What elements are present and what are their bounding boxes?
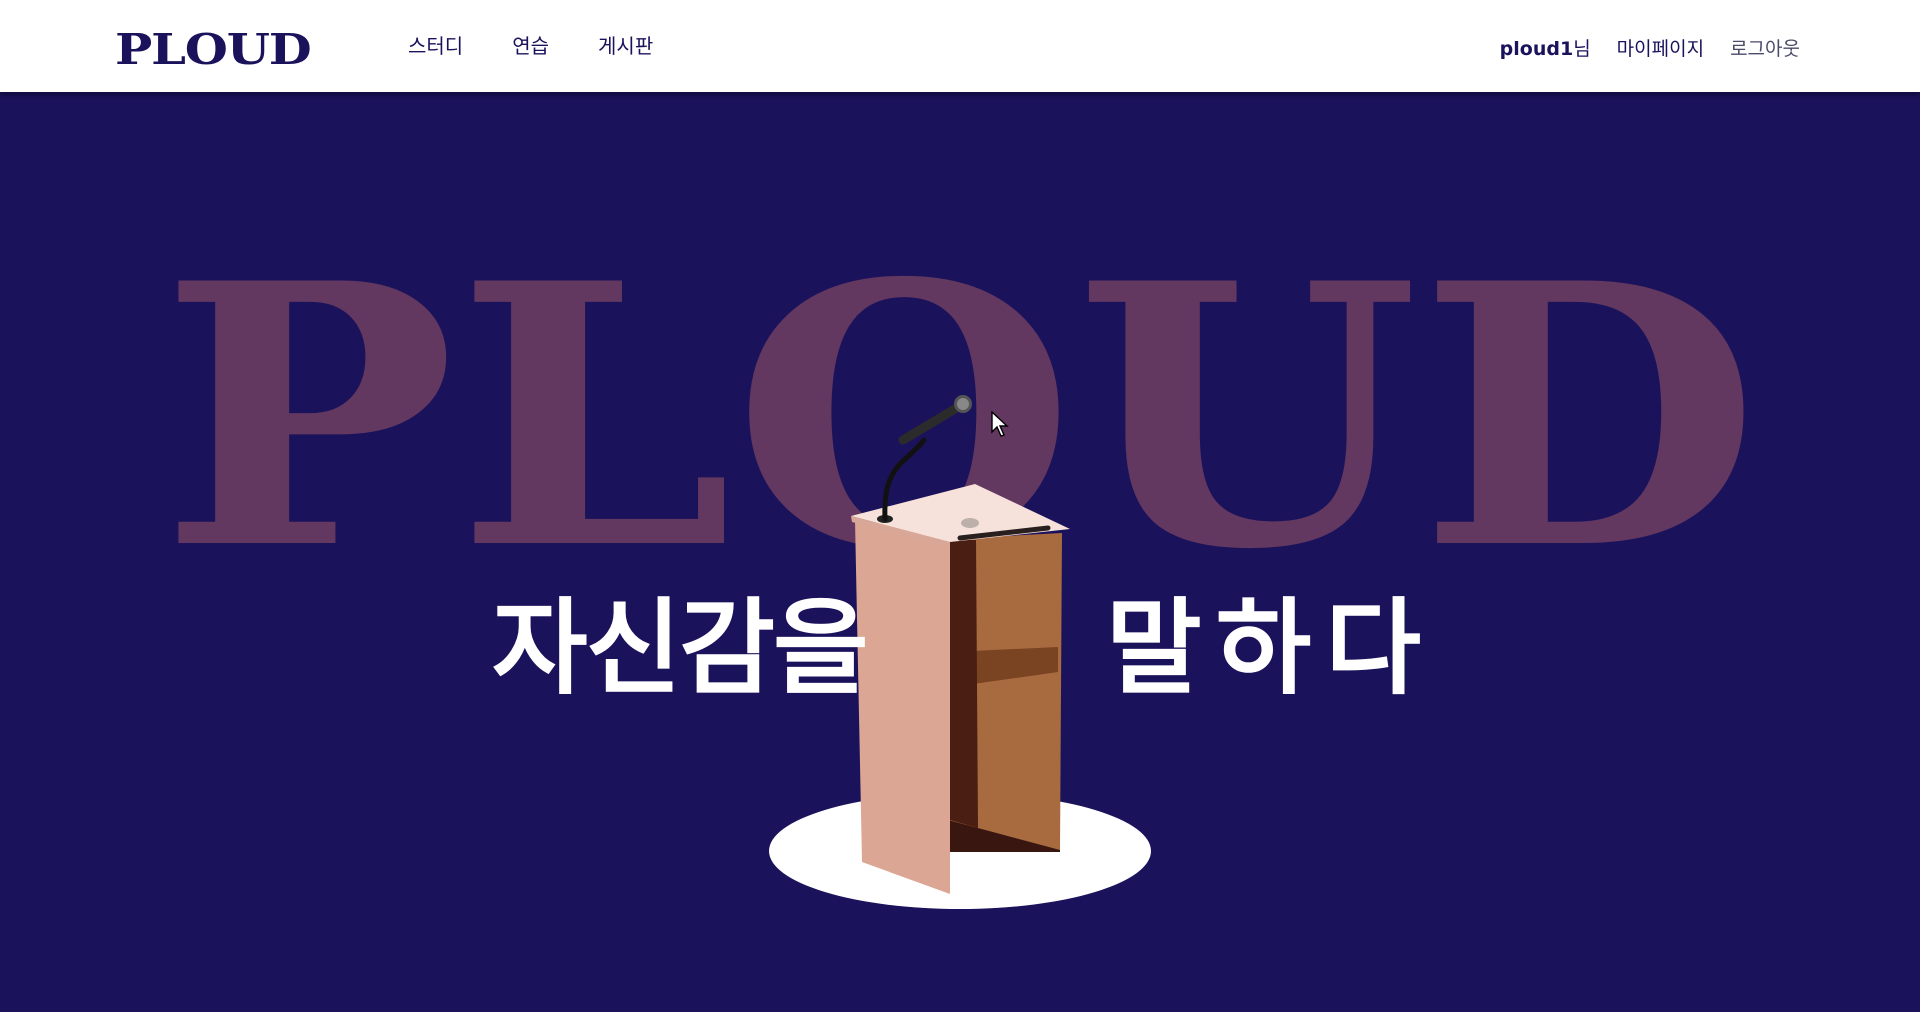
podium-shadow xyxy=(948,539,978,828)
slogan-right-text: 말하다 xyxy=(1106,587,1436,709)
user-name: ploud1 xyxy=(1499,38,1574,60)
hero-artwork: PLOUD xyxy=(160,205,1760,909)
mypage-link[interactable]: 마이페이지 xyxy=(1617,35,1704,63)
podium-front xyxy=(855,520,950,894)
ploud-logo[interactable]: PLOUD xyxy=(115,27,312,73)
nav-item-board[interactable]: 게시판 xyxy=(598,32,653,60)
podium-illustration xyxy=(851,484,1070,894)
user-honorific: 님 xyxy=(1573,38,1591,60)
nav-item-practice[interactable]: 연습 xyxy=(512,32,549,60)
site-header: PLOUD 스터디 연습 게시판 ploud1님 마이페이지 로그아웃 xyxy=(0,0,1920,92)
nav-item-study[interactable]: 스터디 xyxy=(408,32,463,60)
mouse-cursor-icon xyxy=(991,411,1009,437)
user-area: ploud1님 마이페이지 로그아웃 xyxy=(1500,35,1800,63)
slogan-left-text: 자신감을 xyxy=(492,587,869,709)
main-nav: 스터디 연습 게시판 xyxy=(408,32,702,60)
podium-mic-shadow xyxy=(961,518,979,528)
hero-section: PLOUD 자신감을 말하다 xyxy=(0,92,1920,1012)
user-greeting: ploud1님 xyxy=(1500,35,1591,63)
logout-link[interactable]: 로그아웃 xyxy=(1730,35,1800,63)
